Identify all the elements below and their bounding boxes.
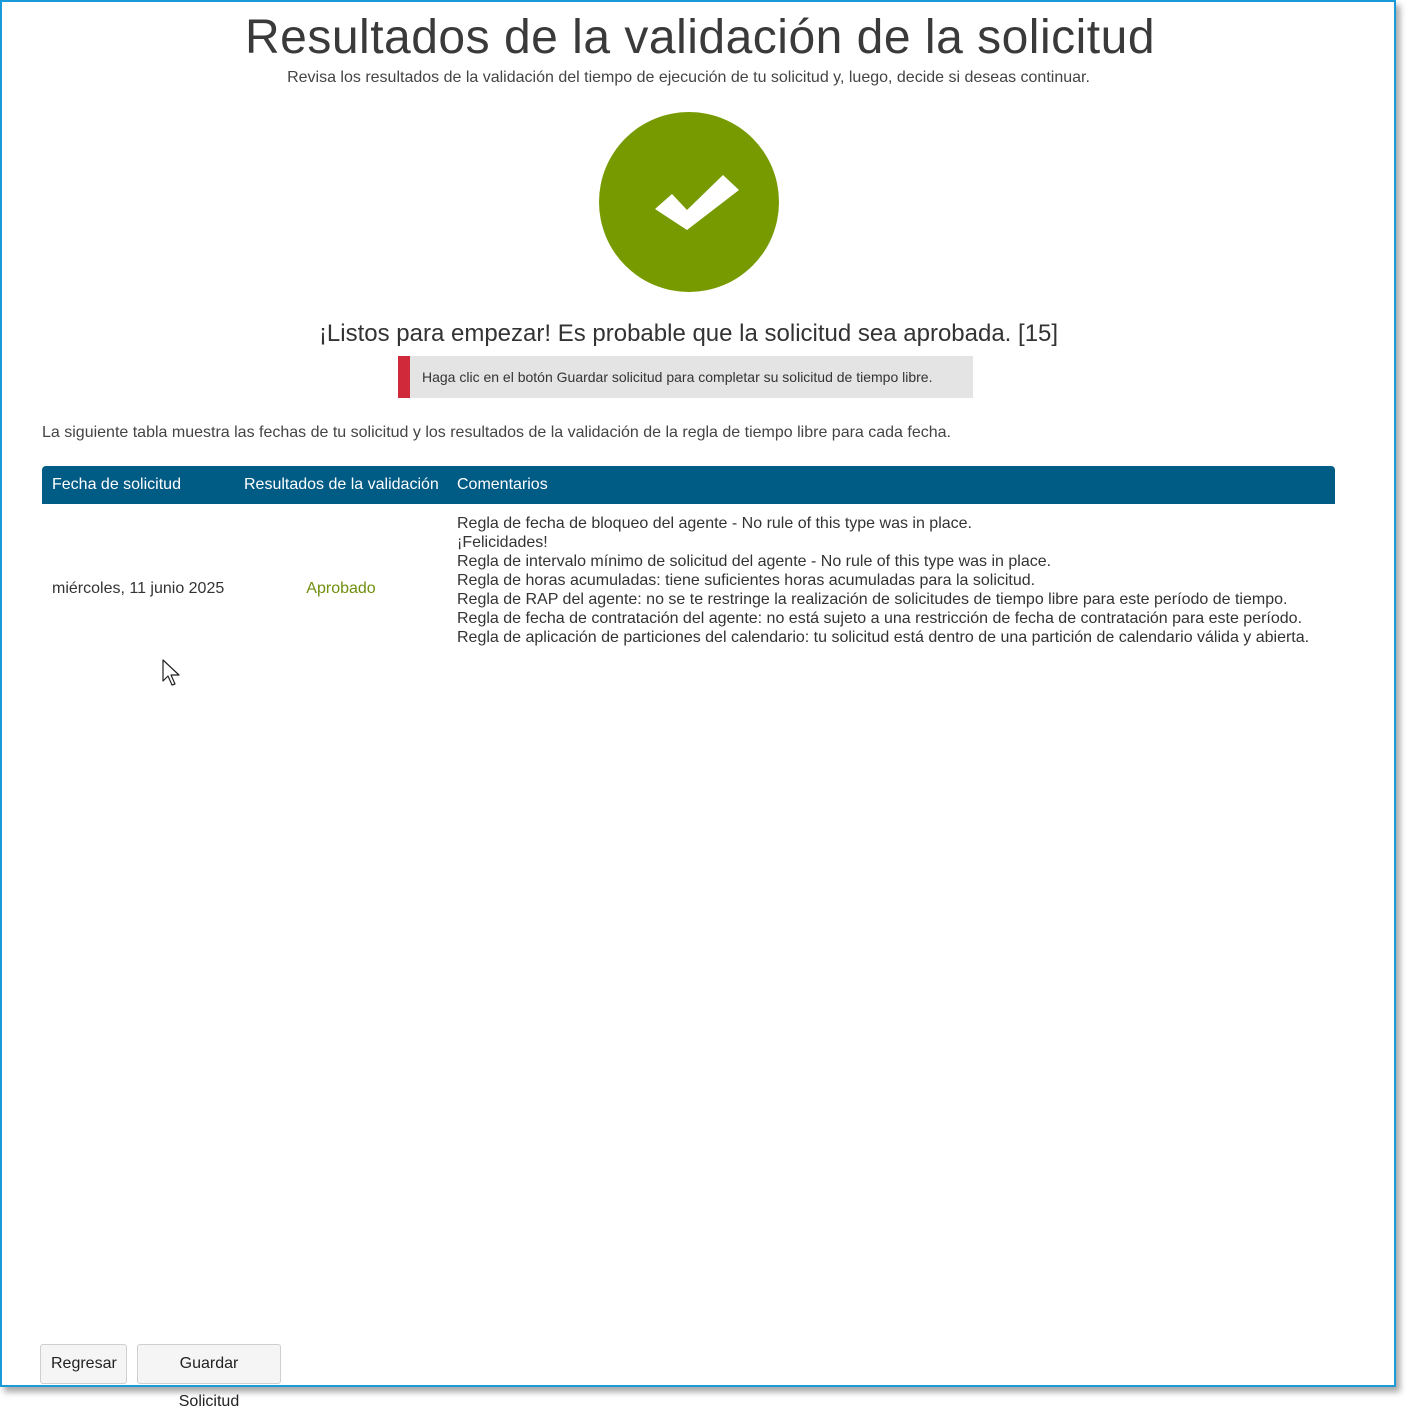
column-header-comments[interactable]: Comentarios (457, 476, 548, 494)
page-subtitle: Revisa los resultados de la validación d… (287, 69, 1090, 86)
table-intro-text: La siguiente tabla muestra las fechas de… (42, 424, 951, 441)
success-status-circle (599, 112, 779, 292)
column-header-validation-results[interactable]: Resultados de la validación (244, 476, 439, 494)
comment-line: Regla de horas acumuladas: tiene suficie… (457, 572, 1036, 589)
comment-line: Regla de aplicación de particiones del c… (457, 629, 1310, 646)
results-table-header: Fecha de solicitud Resultados de la vali… (42, 466, 1335, 504)
row-comments: Regla de fecha de bloqueo del agente - N… (457, 514, 1317, 647)
approval-likely-message: ¡Listos para empezar! Es probable que la… (318, 320, 1059, 347)
comment-line: Regla de fecha de bloqueo del agente - N… (457, 515, 972, 532)
row-request-date: miércoles, 11 junio 2025 (52, 580, 225, 597)
comment-line: ¡Felicidades! (457, 534, 548, 551)
page-title: Resultados de la validación de la solici… (244, 11, 1156, 64)
column-header-request-date[interactable]: Fecha de solicitud (52, 476, 181, 494)
comment-line: Regla de RAP del agente: no se te restri… (457, 591, 1288, 608)
checkmark-icon (655, 175, 739, 230)
back-button[interactable]: Regresar (40, 1344, 127, 1384)
comment-line: Regla de fecha de contratación del agent… (457, 610, 1303, 627)
mouse-pointer-icon (162, 659, 182, 692)
comment-line: Regla de intervalo mínimo de solicitud d… (457, 553, 1052, 570)
save-request-button[interactable]: Guardar Solicitud (137, 1344, 281, 1410)
row-validation-result: Aprobado (306, 580, 376, 597)
window-frame: Resultados de la validación de la solici… (0, 0, 1396, 1410)
save-instruction-notice: Haga clic en el botón Guardar solicitud … (398, 356, 973, 398)
